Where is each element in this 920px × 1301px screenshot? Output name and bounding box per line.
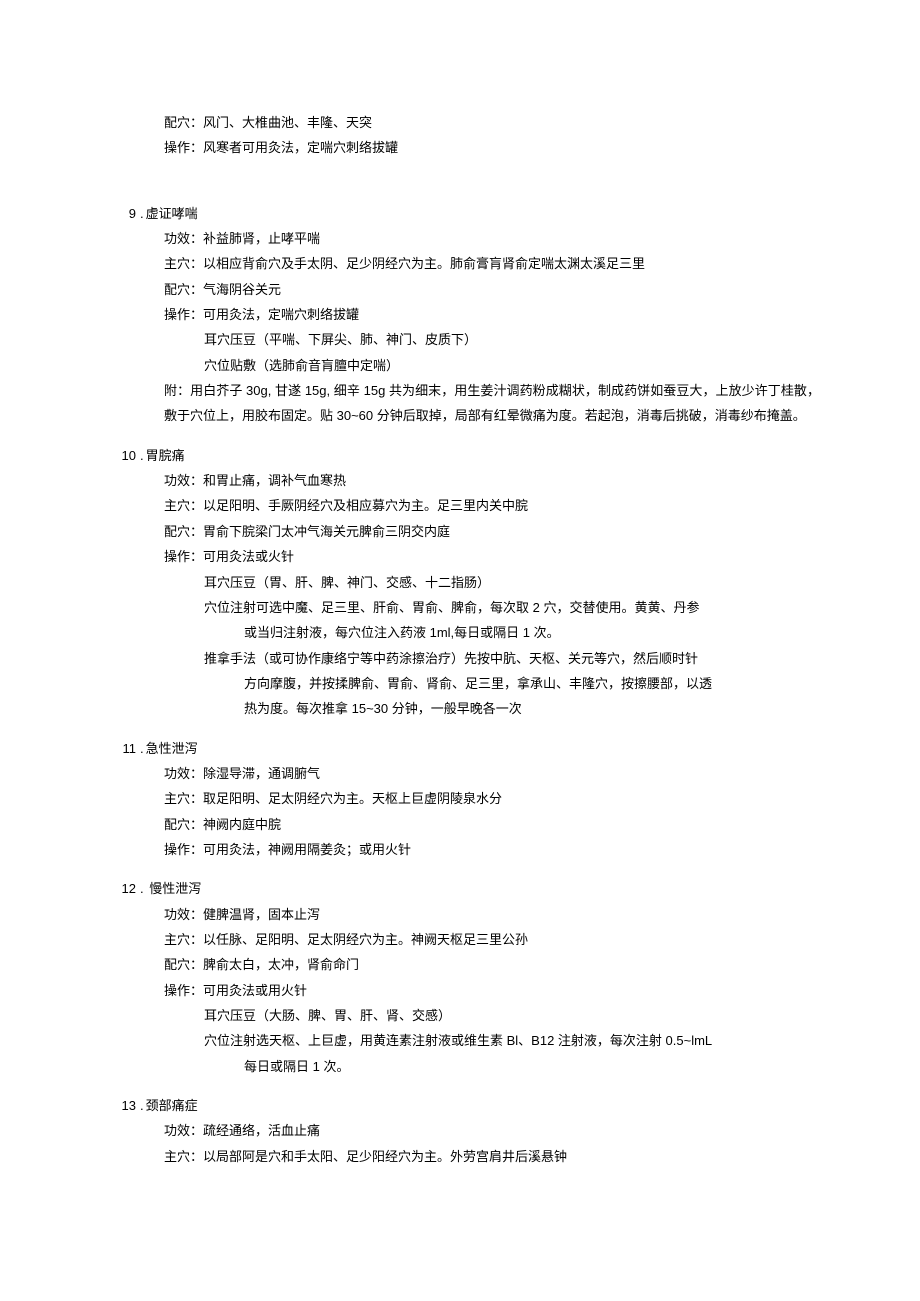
field-label: 操作： [164, 302, 203, 327]
field-gongxiao: 功效：疏经通络，活血止痛 [164, 1118, 820, 1143]
field-gongxiao: 功效：健脾温肾，固本止泻 [164, 902, 820, 927]
sub-line: 穴位注射可选中魔、足三里、肝俞、胃俞、脾俞，每次取 2 穴，交替使用。黄黄、丹参 [204, 595, 820, 620]
field-label: 配穴： [164, 952, 203, 977]
section-heading: 10 . 胃脘痛 [100, 443, 820, 468]
field-label: 功效： [164, 226, 203, 251]
sub-line-cont: 或当归注射液，每穴位注入药液 1ml,每日或隔日 1 次。 [244, 620, 820, 645]
field-value: 脾俞太白，太冲，肾俞命门 [203, 952, 820, 977]
field-peixue: 配穴：气海阴谷关元 [164, 277, 820, 302]
field-value: 神阙内庭中脘 [203, 812, 820, 837]
section-title: 慢性泄泻 [149, 876, 201, 901]
field-value: 可用灸法或火针 [203, 544, 820, 569]
field-value: 可用灸法，定喘穴刺络拔罐 [203, 302, 820, 327]
field-label: 主穴： [164, 1144, 203, 1169]
field-value: 健脾温肾，固本止泻 [203, 902, 820, 927]
field-gongxiao: 功效：除湿导滞，通调腑气 [164, 761, 820, 786]
field-value: 和胃止痛，调补气血寒热 [203, 468, 820, 493]
appendix-note: 附：用白芥子 30g, 甘遂 15g, 细辛 15g 共为细末，用生姜汁调药粉成… [164, 378, 820, 429]
field-value: 可用灸法，神阙用隔姜灸；或用火针 [203, 837, 820, 862]
field-value: 可用灸法或用火针 [203, 978, 820, 1003]
field-label: 主穴： [164, 786, 203, 811]
sub-line-cont: 每日或隔日 1 次。 [244, 1054, 820, 1079]
field-label: 功效： [164, 902, 203, 927]
section-number: 12 [100, 876, 140, 901]
field-value: 除湿导滞，通调腑气 [203, 761, 820, 786]
field-caozuo: 操作：可用灸法或火针 [164, 544, 820, 569]
field-label: 主穴： [164, 927, 203, 952]
field-value: 补益肺肾，止哮平喘 [203, 226, 820, 251]
sub-line: 推拿手法（或可协作康络宁等中药涂擦治疗）先按中肮、天枢、关元等穴，然后顺时针 [204, 646, 820, 671]
section-11: 11 . 急性泄泻 功效：除湿导滞，通调腑气 主穴：取足阳明、足太阴经穴为主。天… [100, 736, 820, 863]
field-zhuxue: 主穴：以相应背俞穴及手太阴、足少阴经穴为主。肺俞膏肓肾俞定喘太渊太溪足三里 [164, 251, 820, 276]
field-label: 操作： [164, 544, 203, 569]
field-zhuxue: 主穴：以任脉、足阳明、足太阴经穴为主。神阙天枢足三里公孙 [164, 927, 820, 952]
field-value: 以足阳明、手厥阴经穴及相应募穴为主。足三里内关中脘 [203, 493, 820, 518]
sub-line: 耳穴压豆（胃、肝、脾、神门、交感、十二指肠） [204, 570, 820, 595]
field-label: 功效： [164, 1118, 203, 1143]
section-number: 13 [100, 1093, 140, 1118]
field-value: 以任脉、足阳明、足太阴经穴为主。神阙天枢足三里公孙 [203, 927, 820, 952]
field-gongxiao: 功效：和胃止痛，调补气血寒热 [164, 468, 820, 493]
field-peixue: 配穴：胃俞下脘梁门太冲气海关元脾俞三阴交内庭 [164, 519, 820, 544]
section-heading: 13 . 颈部痛症 [100, 1093, 820, 1118]
field-label: 配穴： [164, 519, 203, 544]
field-caozuo: 操作：可用灸法，神阙用隔姜灸；或用火针 [164, 837, 820, 862]
section-title: 虚证哮喘 [146, 201, 198, 226]
text-line: 配穴：风门、大椎曲池、丰隆、天突 [164, 110, 372, 135]
field-peixue: 配穴：脾俞太白，太冲，肾俞命门 [164, 952, 820, 977]
field-value: 胃俞下脘梁门太冲气海关元脾俞三阴交内庭 [203, 519, 820, 544]
field-label: 功效： [164, 761, 203, 786]
section-heading: 11 . 急性泄泻 [100, 736, 820, 761]
field-label: 功效： [164, 468, 203, 493]
section-heading: 12 . 慢性泄泻 [100, 876, 820, 901]
field-label: 操作： [164, 978, 203, 1003]
section-number: 10 [100, 443, 140, 468]
section-number: 9 [100, 201, 140, 226]
intro-block: 配穴：风门、大椎曲池、丰隆、天突 操作：风寒者可用灸法，定喘穴刺络拔罐 [100, 110, 820, 161]
field-zhuxue: 主穴：取足阳明、足太阴经穴为主。天枢上巨虚阴陵泉水分 [164, 786, 820, 811]
intro-peixue: 配穴：风门、大椎曲池、丰隆、天突 [164, 110, 820, 135]
section-title: 颈部痛症 [146, 1093, 198, 1118]
section-dot: . [140, 876, 149, 901]
section-title: 急性泄泻 [146, 736, 198, 761]
section-title: 胃脘痛 [146, 443, 185, 468]
section-12: 12 . 慢性泄泻 功效：健脾温肾，固本止泻 主穴：以任脉、足阳明、足太阴经穴为… [100, 876, 820, 1079]
field-value: 气海阴谷关元 [203, 277, 820, 302]
document-page: 配穴：风门、大椎曲池、丰隆、天突 操作：风寒者可用灸法，定喘穴刺络拔罐 9 . … [0, 0, 920, 1301]
field-value: 以局部阿是穴和手太阳、足少阳经穴为主。外劳宫肩井后溪悬钟 [203, 1144, 820, 1169]
field-gongxiao: 功效：补益肺肾，止哮平喘 [164, 226, 820, 251]
field-value: 取足阳明、足太阴经穴为主。天枢上巨虚阴陵泉水分 [203, 786, 820, 811]
sub-line-cont: 热为度。每次推拿 15~30 分钟，一般早晚各一次 [244, 696, 820, 721]
field-zhuxue: 主穴：以局部阿是穴和手太阳、足少阳经穴为主。外劳宫肩井后溪悬钟 [164, 1144, 820, 1169]
section-13: 13 . 颈部痛症 功效：疏经通络，活血止痛 主穴：以局部阿是穴和手太阳、足少阳… [100, 1093, 820, 1169]
sub-line: 穴位注射选天枢、上巨虚，用黄连素注射液或维生素 Bl、B12 注射液，每次注射 … [204, 1028, 820, 1053]
field-caozuo: 操作：可用灸法，定喘穴刺络拔罐 [164, 302, 820, 327]
field-label: 配穴： [164, 277, 203, 302]
field-zhuxue: 主穴：以足阳明、手厥阴经穴及相应募穴为主。足三里内关中脘 [164, 493, 820, 518]
field-label: 操作： [164, 837, 203, 862]
section-number: 11 [100, 736, 140, 761]
field-label: 主穴： [164, 493, 203, 518]
field-peixue: 配穴：神阙内庭中脘 [164, 812, 820, 837]
section-heading: 9 . 虚证哮喘 [100, 201, 820, 226]
field-value: 疏经通络，活血止痛 [203, 1118, 820, 1143]
field-caozuo: 操作：可用灸法或用火针 [164, 978, 820, 1003]
field-label: 配穴： [164, 812, 203, 837]
sub-line: 耳穴压豆（大肠、脾、胃、肝、肾、交感） [204, 1003, 820, 1028]
sub-line-cont: 方向摩腹，并按揉脾俞、胃俞、肾俞、足三里，拿承山、丰隆穴，按擦腰部，以透 [244, 671, 820, 696]
section-9: 9 . 虚证哮喘 功效：补益肺肾，止哮平喘 主穴：以相应背俞穴及手太阴、足少阴经… [100, 201, 820, 429]
intro-caozuo: 操作：风寒者可用灸法，定喘穴刺络拔罐 [164, 135, 820, 160]
field-label: 主穴： [164, 251, 203, 276]
text-line: 操作：风寒者可用灸法，定喘穴刺络拔罐 [164, 135, 398, 160]
section-10: 10 . 胃脘痛 功效：和胃止痛，调补气血寒热 主穴：以足阳明、手厥阴经穴及相应… [100, 443, 820, 722]
sub-line: 耳穴压豆（平喘、下屏尖、肺、神门、皮质下） [204, 327, 820, 352]
sub-line: 穴位贴敷（选肺俞音肓膻中定喘） [204, 353, 820, 378]
field-value: 以相应背俞穴及手太阴、足少阴经穴为主。肺俞膏肓肾俞定喘太渊太溪足三里 [203, 251, 820, 276]
